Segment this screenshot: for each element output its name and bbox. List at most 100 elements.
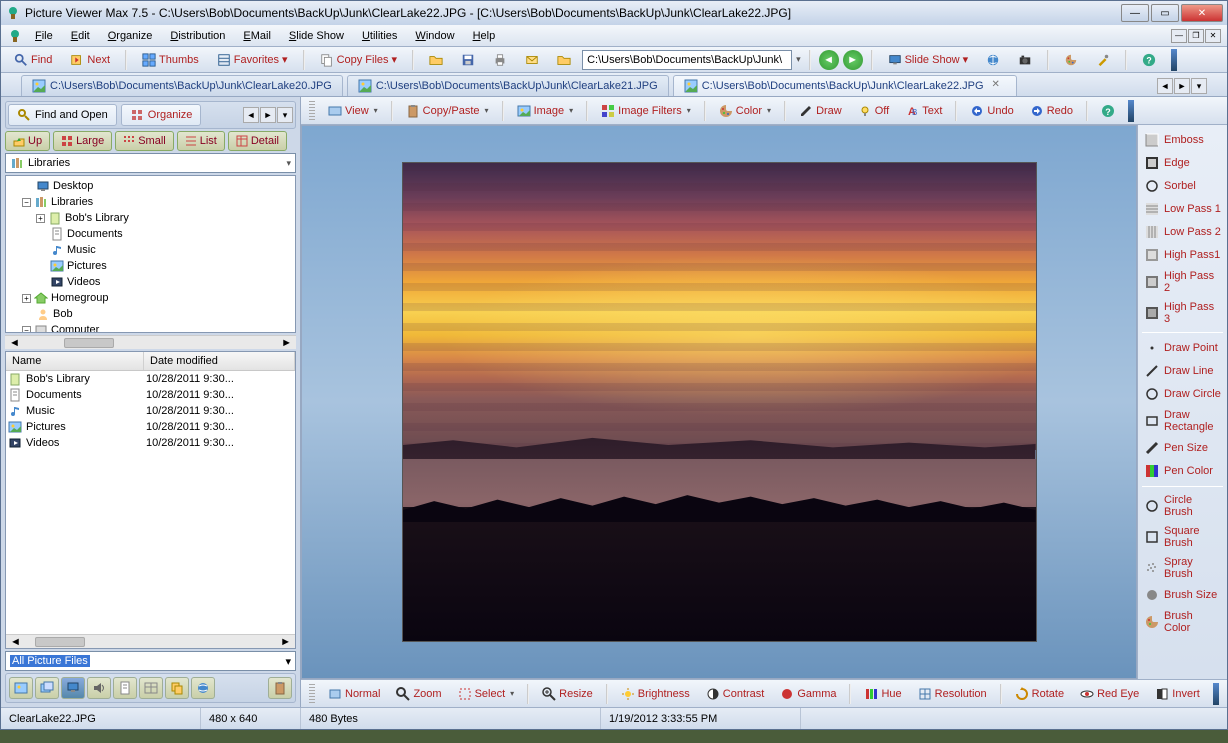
lp-icon-5[interactable] (113, 677, 137, 699)
normal-button[interactable]: Normal (321, 684, 387, 704)
lp-icon-8[interactable] (191, 677, 215, 699)
mdi-minimize-button[interactable]: — (1171, 29, 1187, 43)
minimize-button[interactable]: — (1121, 4, 1149, 22)
col-date[interactable]: Date modified (144, 352, 295, 370)
up-button[interactable]: Up (5, 131, 50, 151)
resize-button[interactable]: Resize (535, 684, 600, 704)
next-button[interactable]: Next (63, 50, 117, 70)
large-button[interactable]: Large (53, 131, 112, 151)
help-button[interactable]: ? (1135, 50, 1163, 70)
expander-icon[interactable]: − (22, 198, 31, 207)
tree-node-libraries[interactable]: −Libraries (8, 194, 293, 210)
filter-emboss[interactable]: Emboss (1140, 129, 1225, 151)
lp-icon-1[interactable] (9, 677, 33, 699)
zoom-button[interactable]: Zoom (389, 684, 448, 704)
tree-node-homegroup[interactable]: +Homegroup (8, 290, 293, 306)
filter-low-pass-1[interactable]: Low Pass 1 (1140, 198, 1225, 220)
expander-icon[interactable]: + (22, 294, 31, 303)
list-item[interactable]: Bob's Library10/28/2011 9:30... (6, 371, 295, 387)
filters-button[interactable]: Image Filters▾ (594, 101, 698, 121)
organize-tab[interactable]: Organize (121, 104, 202, 126)
tab-close-button[interactable]: ✕ (992, 79, 1006, 93)
list-item[interactable]: Videos10/28/2011 9:30... (6, 435, 295, 451)
tree-node-videos[interactable]: Videos (8, 274, 293, 290)
list-button[interactable]: List (177, 131, 225, 151)
view-button[interactable]: View▾ (321, 101, 385, 121)
small-button[interactable]: Small (115, 131, 174, 151)
filter-draw-rectangle[interactable]: Draw Rectangle (1140, 406, 1225, 436)
print-button[interactable] (486, 50, 514, 70)
list-item[interactable]: Music10/28/2011 9:30... (6, 403, 295, 419)
redo-button[interactable]: Redo (1023, 101, 1080, 121)
filter-pen-color[interactable]: Pen Color (1140, 460, 1225, 482)
list-item[interactable]: Pictures10/28/2011 9:30... (6, 419, 295, 435)
expander-icon[interactable]: − (22, 326, 31, 334)
filter-high-pass-3[interactable]: High Pass 3 (1140, 298, 1225, 328)
nav-forward-button[interactable]: ► (843, 50, 863, 70)
lp-icon-paste[interactable] (268, 677, 292, 699)
open-folder-button[interactable] (422, 50, 450, 70)
list-hscroll[interactable]: ◄► (6, 634, 295, 648)
find-button[interactable]: Find (7, 50, 59, 70)
tree-node-bob[interactable]: Bob (8, 306, 293, 322)
lp-icon-7[interactable] (165, 677, 189, 699)
list-item[interactable]: Documents10/28/2011 9:30... (6, 387, 295, 403)
lp-menu-button[interactable]: ▾ (277, 107, 293, 123)
tree-node-pictures[interactable]: Pictures (8, 258, 293, 274)
expander-icon[interactable]: + (36, 214, 45, 223)
filter-brush-color[interactable]: Brush Color (1140, 607, 1225, 637)
filter-square-brush[interactable]: Square Brush (1140, 522, 1225, 552)
col-name[interactable]: Name (6, 352, 144, 370)
globe-button[interactable] (979, 50, 1007, 70)
slideshow-button[interactable]: Slide Show▾ (881, 50, 976, 70)
filter-combo[interactable]: All Picture Files ▾ (5, 651, 296, 671)
filter-pen-size[interactable]: Pen Size (1140, 437, 1225, 459)
menu-utilities[interactable]: Utilities (354, 28, 405, 44)
save-button[interactable] (454, 50, 482, 70)
tab-menu-button[interactable]: ▾ (1191, 78, 1207, 94)
help2-button[interactable]: ? (1094, 101, 1122, 121)
lp-icon-4[interactable] (87, 677, 111, 699)
tool-button[interactable] (1089, 50, 1117, 70)
contrast-button[interactable]: Contrast (699, 684, 772, 704)
menu-window[interactable]: Window (407, 28, 462, 44)
menu-file[interactable]: File (27, 28, 61, 44)
lp-next-button[interactable]: ► (260, 107, 276, 123)
menu-email[interactable]: EMail (235, 28, 279, 44)
filter-edge[interactable]: Edge (1140, 152, 1225, 174)
menu-edit[interactable]: Edit (63, 28, 98, 44)
canvas-viewport[interactable] (301, 125, 1137, 679)
nav-back-button[interactable]: ◄ (819, 50, 839, 70)
detail-button[interactable]: Detail (228, 131, 287, 151)
menu-organize[interactable]: Organize (100, 28, 161, 44)
menu-slideshow[interactable]: Slide Show (281, 28, 352, 44)
filter-high-pass1[interactable]: High Pass1 (1140, 244, 1225, 266)
folder2-button[interactable] (550, 50, 578, 70)
tree-node-desktop[interactable]: Desktop (8, 178, 293, 194)
filter-high-pass-2[interactable]: High Pass 2 (1140, 267, 1225, 297)
select-button[interactable]: Select▾ (451, 684, 522, 704)
filter-brush-size[interactable]: Brush Size (1140, 584, 1225, 606)
close-button[interactable]: ✕ (1181, 4, 1223, 22)
tree-node-documents[interactable]: Documents (8, 226, 293, 242)
undo-button[interactable]: Undo (963, 101, 1020, 121)
gamma-button[interactable]: Gamma (773, 684, 843, 704)
draw-button[interactable]: Draw (792, 101, 849, 121)
brightness-button[interactable]: Brightness (614, 684, 697, 704)
menu-help[interactable]: Help (465, 28, 504, 44)
off-button[interactable]: Off (851, 101, 896, 121)
path-combo[interactable] (582, 50, 792, 70)
lp-icon-3[interactable] (61, 677, 85, 699)
mdi-close-button[interactable]: ✕ (1205, 29, 1221, 43)
tree-node-bob-s-library[interactable]: +Bob's Library (8, 210, 293, 226)
doc-tab-1[interactable]: C:\Users\Bob\Documents\BackUp\Junk\Clear… (347, 75, 669, 96)
tab-prev-button[interactable]: ◄ (1157, 78, 1173, 94)
favorites-button[interactable]: Favorites▾ (210, 50, 295, 70)
copypaste-button[interactable]: Copy/Paste▾ (399, 101, 496, 121)
mail-button[interactable] (518, 50, 546, 70)
doc-tab-0[interactable]: C:\Users\Bob\Documents\BackUp\Junk\Clear… (21, 75, 343, 96)
copyfiles-button[interactable]: Copy Files▾ (313, 50, 405, 70)
lp-icon-2[interactable] (35, 677, 59, 699)
doc-tab-2[interactable]: C:\Users\Bob\Documents\BackUp\Junk\Clear… (673, 75, 1017, 96)
filter-draw-point[interactable]: Draw Point (1140, 337, 1225, 359)
